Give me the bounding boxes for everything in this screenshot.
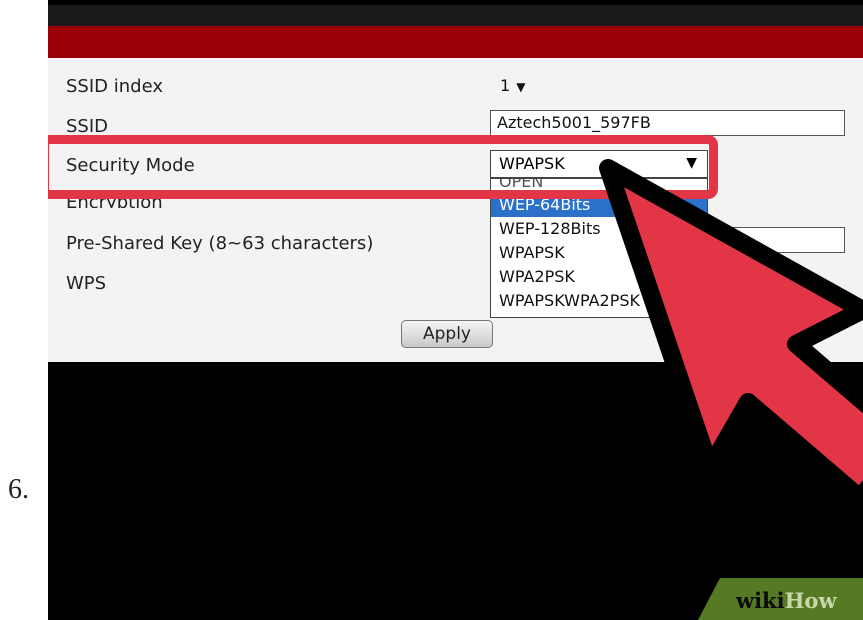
screenshot-frame: SSID index 1 ▼ SSID Aztech5001_597FB Secu… (48, 0, 863, 620)
wikihow-watermark: wikiHow (736, 588, 837, 613)
step-number: 6. (8, 474, 29, 505)
pointer-arrow-icon (599, 159, 863, 507)
